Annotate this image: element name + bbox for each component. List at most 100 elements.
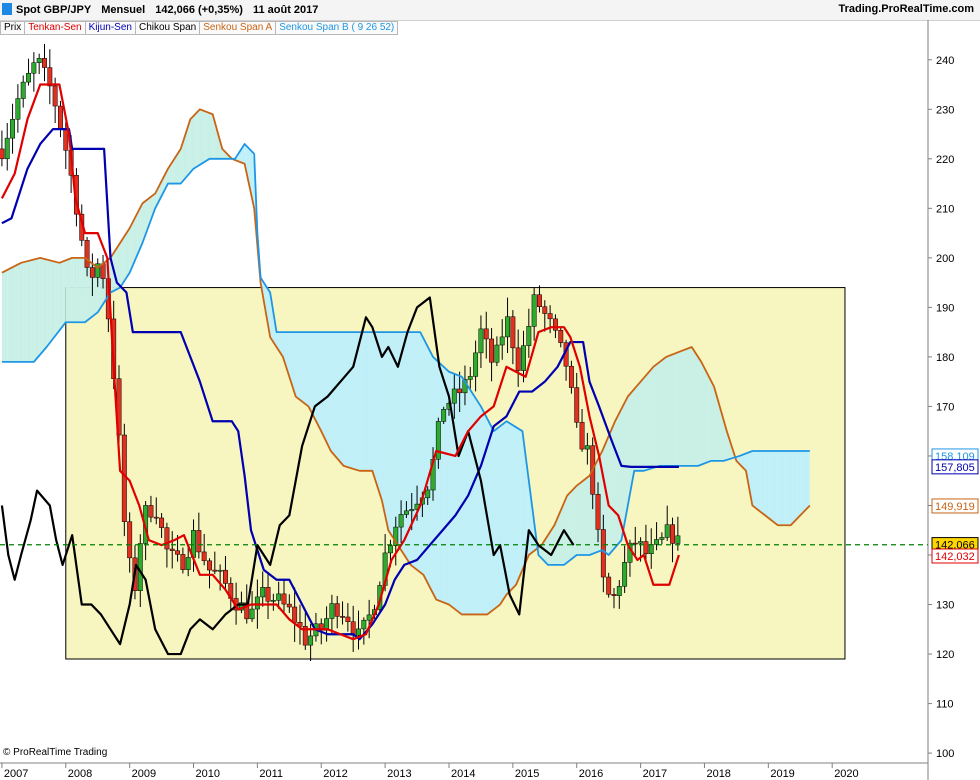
cloud-segment bbox=[699, 358, 702, 466]
candle-body bbox=[568, 365, 574, 388]
cloud-segment bbox=[755, 451, 758, 510]
candle-body bbox=[494, 344, 500, 363]
x-tick-label: 2020 bbox=[834, 768, 858, 780]
cloud-segment bbox=[124, 232, 127, 281]
cloud-segment bbox=[12, 265, 16, 362]
candle-body bbox=[611, 594, 617, 596]
cloud-segment bbox=[57, 262, 61, 333]
candle-body bbox=[58, 105, 63, 130]
cloud-segment bbox=[797, 451, 801, 519]
candle-body bbox=[531, 294, 537, 327]
cloud-segment bbox=[653, 364, 657, 468]
cloud-segment bbox=[651, 366, 654, 469]
x-tick-label: 2012 bbox=[323, 768, 347, 780]
cloud-segment bbox=[310, 332, 314, 416]
candle-body bbox=[169, 548, 175, 551]
candle-body bbox=[515, 347, 521, 371]
candle-body bbox=[659, 537, 665, 540]
candle-body bbox=[175, 550, 181, 555]
cloud-segment bbox=[119, 240, 122, 289]
candle-body bbox=[521, 345, 526, 371]
candle-body bbox=[47, 67, 53, 87]
x-tick-label: 2019 bbox=[770, 768, 794, 780]
cloud-segment bbox=[512, 425, 516, 589]
cloud-segment bbox=[411, 332, 415, 568]
cloud-segment bbox=[318, 332, 322, 432]
cloud-segment bbox=[17, 263, 21, 362]
cloud-segment bbox=[488, 421, 492, 614]
cloud-segment bbox=[33, 258, 37, 362]
cloud-segment bbox=[347, 332, 351, 469]
cloud-segment bbox=[794, 451, 798, 521]
cloud-segment bbox=[385, 332, 388, 528]
candle-body bbox=[52, 85, 58, 107]
cloud-segment bbox=[520, 430, 524, 574]
y-tick-label: 230 bbox=[936, 104, 954, 116]
cloud-segment bbox=[707, 373, 710, 463]
cloud-segment bbox=[773, 451, 777, 525]
cloud-segment bbox=[417, 332, 420, 572]
cloud-segment bbox=[350, 332, 354, 469]
price-label-text: 149,919 bbox=[935, 501, 975, 513]
cloud-segment bbox=[478, 402, 481, 615]
candle-body bbox=[164, 527, 170, 550]
ichimoku-chart[interactable]: 1001101201301401501601701801902002102202… bbox=[0, 0, 980, 780]
candle-body bbox=[579, 422, 585, 450]
cloud-segment bbox=[770, 451, 774, 522]
candle-body bbox=[286, 603, 292, 608]
x-tick-label: 2008 bbox=[68, 768, 92, 780]
candle-body bbox=[36, 58, 42, 63]
candle-body bbox=[547, 313, 553, 320]
cloud-segment bbox=[44, 258, 48, 350]
cloud-segment bbox=[441, 364, 444, 603]
candle-body bbox=[180, 554, 186, 570]
cloud-segment bbox=[515, 426, 519, 586]
cloud-segment bbox=[616, 413, 620, 546]
cloud-segment bbox=[784, 451, 787, 526]
candle-body bbox=[638, 541, 644, 544]
cloud-segment bbox=[608, 429, 612, 555]
x-tick-label: 2014 bbox=[451, 768, 475, 780]
candle-body bbox=[89, 267, 95, 278]
cloud-segment bbox=[345, 332, 348, 468]
cloud-segment bbox=[776, 451, 779, 526]
candle-body bbox=[409, 509, 415, 512]
y-tick-label: 180 bbox=[936, 352, 954, 364]
cloud-segment bbox=[60, 261, 64, 330]
cloud-segment bbox=[683, 349, 686, 466]
cloud-segment bbox=[297, 332, 300, 400]
candle-body bbox=[616, 586, 622, 596]
cloud-segment bbox=[358, 332, 362, 471]
y-tick-label: 110 bbox=[936, 699, 954, 711]
cloud-segment bbox=[648, 369, 652, 470]
cloud-segment bbox=[68, 258, 72, 323]
cloud-segment bbox=[792, 451, 795, 524]
candle-body bbox=[510, 316, 516, 349]
cloud-segment bbox=[1, 271, 5, 362]
cloud-segment bbox=[613, 418, 617, 549]
cloud-segment bbox=[800, 451, 803, 516]
cloud-segment bbox=[645, 372, 649, 471]
cloud-segment bbox=[757, 451, 761, 512]
cloud-segment bbox=[778, 451, 782, 526]
candle-body bbox=[558, 330, 564, 343]
y-tick-label: 120 bbox=[936, 649, 954, 661]
cloud-segment bbox=[198, 109, 202, 166]
candle-body bbox=[473, 352, 479, 377]
cloud-segment bbox=[480, 406, 484, 615]
cloud-segment bbox=[499, 424, 503, 605]
cloud-segment bbox=[193, 113, 197, 169]
cloud-segment bbox=[369, 332, 372, 471]
cloud-segment bbox=[637, 381, 641, 471]
cloud-segment bbox=[574, 485, 577, 558]
candle-body bbox=[467, 376, 473, 380]
cloud-segment bbox=[427, 346, 431, 589]
x-tick-label: 2009 bbox=[132, 768, 156, 780]
cloud-segment bbox=[337, 332, 340, 462]
cloud-segment bbox=[294, 332, 298, 398]
cloud-segment bbox=[696, 354, 700, 466]
cloud-segment bbox=[81, 257, 85, 323]
cloud-segment bbox=[765, 451, 769, 518]
cloud-segment bbox=[190, 115, 194, 172]
cloud-segment bbox=[4, 269, 8, 362]
